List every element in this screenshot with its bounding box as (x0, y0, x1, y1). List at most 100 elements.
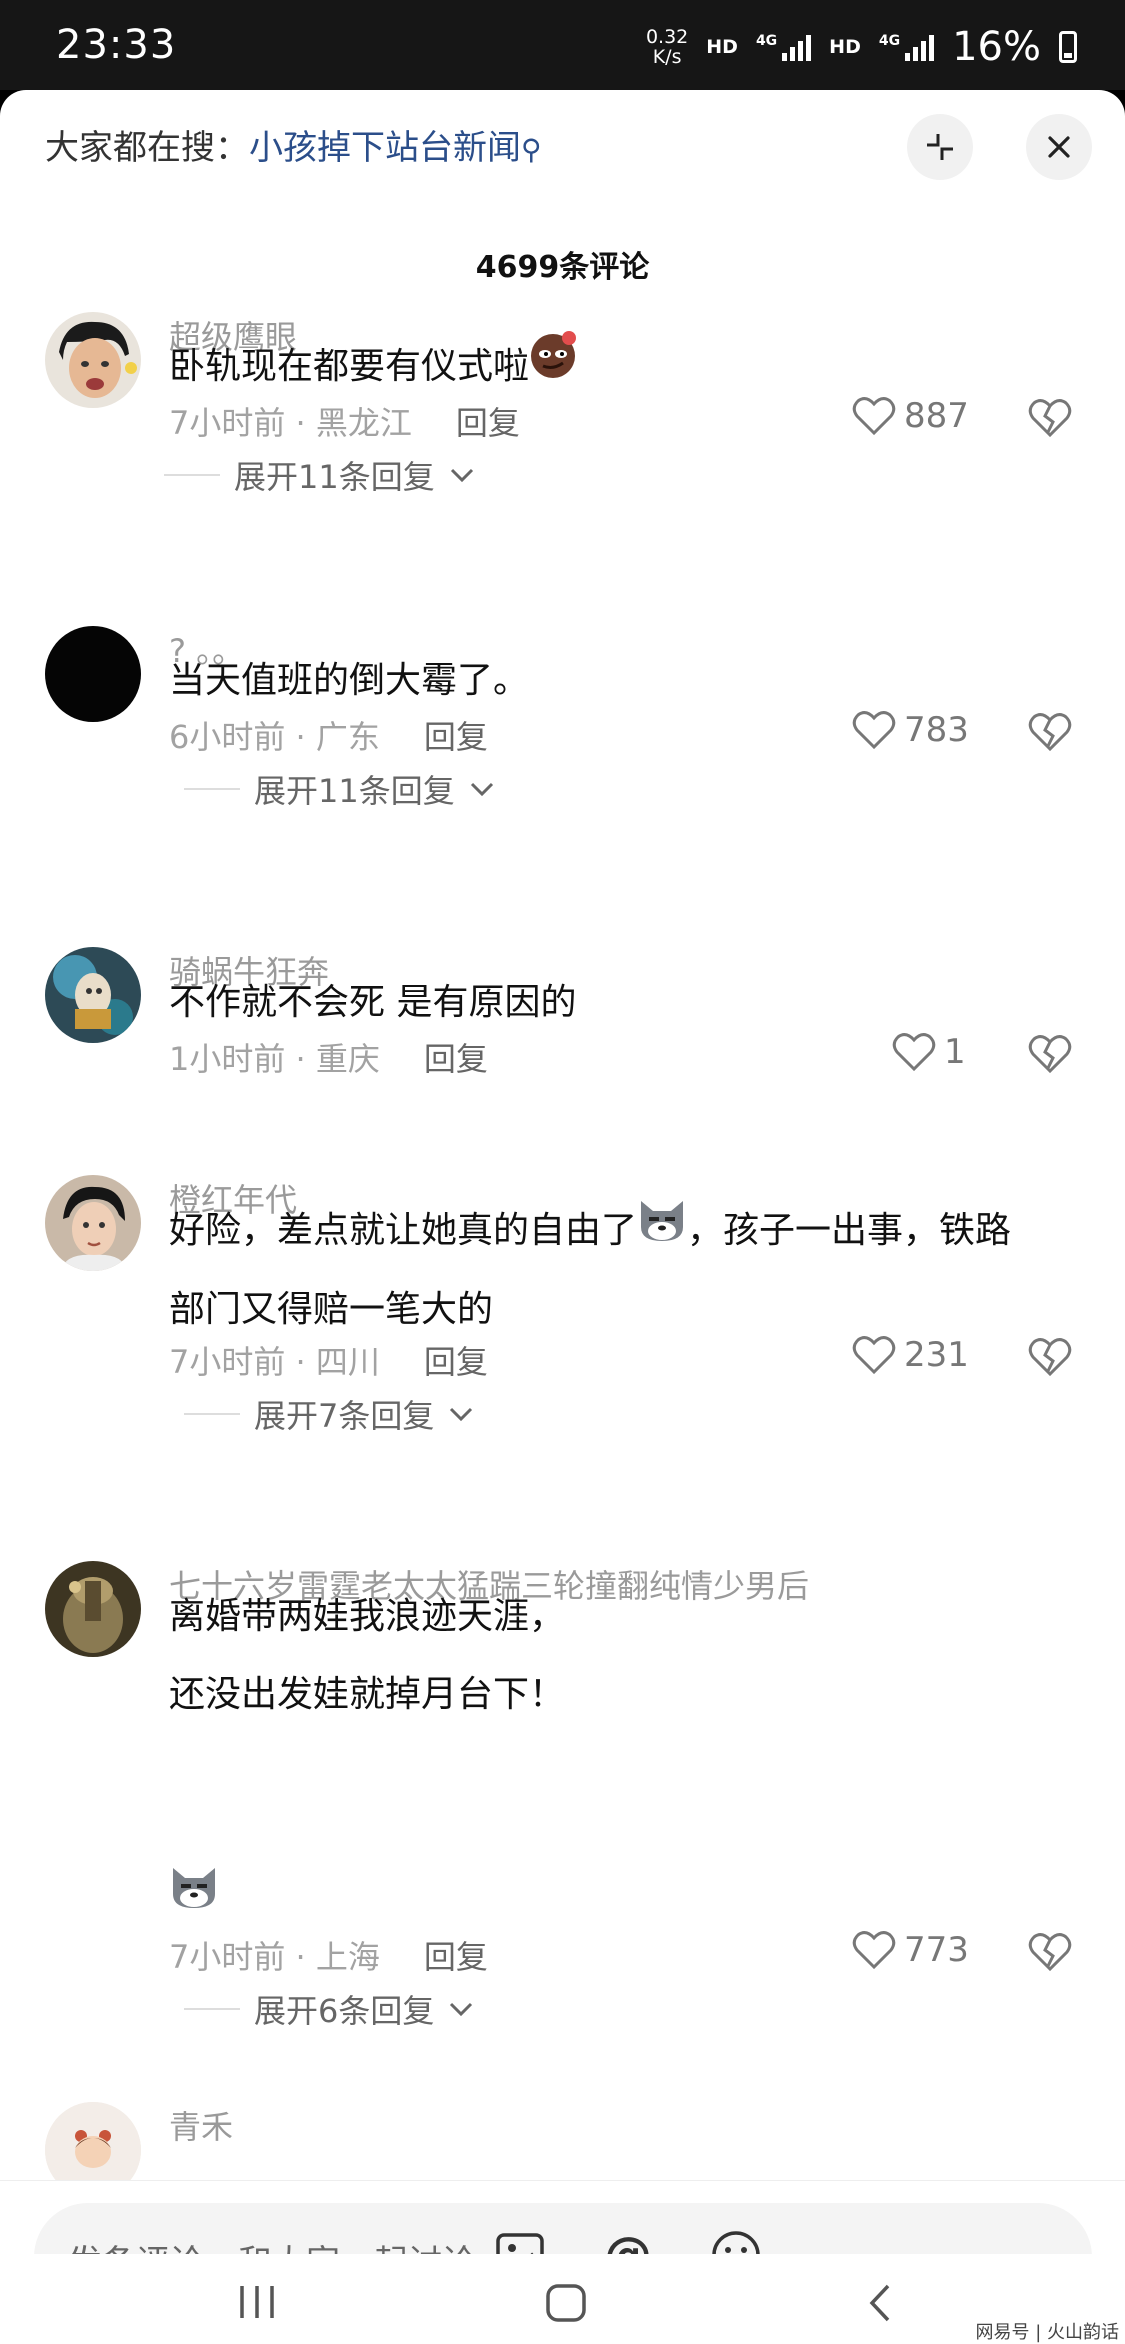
wolf-emoji-icon (169, 1864, 219, 1914)
divider (184, 1413, 240, 1415)
system-nav-bar (0, 2254, 1125, 2344)
speed-value: 0.32 (645, 26, 689, 48)
like-button[interactable]: 887 (852, 396, 969, 436)
avatar[interactable] (45, 626, 141, 722)
trending-keyword[interactable]: 小孩掉下站台新闻 (249, 128, 521, 168)
divider (164, 474, 220, 476)
close-icon (1048, 136, 1070, 158)
broken-heart-icon (1028, 1035, 1072, 1074)
broken-heart-icon (1028, 713, 1072, 752)
reply-button[interactable]: 回复 (424, 1040, 488, 1078)
like-button[interactable]: 231 (852, 1335, 969, 1375)
comment-text: 离婚带两娃我浪迹天涯， 还没出发娃就掉月台下！ (169, 1578, 565, 1734)
expand-label: 展开7条回复 (254, 1397, 435, 1435)
expand-label: 展开11条回复 (254, 772, 455, 810)
like-button[interactable]: 783 (852, 710, 969, 750)
heart-icon (852, 711, 896, 750)
reply-button[interactable]: 回复 (424, 718, 488, 756)
time-location: 7小时前 · 四川 (169, 1343, 380, 1381)
comment-text: 不作就不会死 是有原因的 (169, 964, 576, 1042)
divider (184, 2008, 240, 2010)
smirk-emoji-icon (529, 328, 581, 408)
home-button[interactable] (544, 2282, 588, 2328)
avatar[interactable] (45, 947, 141, 1043)
avatar[interactable] (45, 1561, 141, 1657)
username[interactable]: 青禾 (169, 2102, 233, 2148)
trending-search[interactable]: 大家都在搜：小孩掉下站台新闻⚲ (45, 120, 542, 169)
avatar[interactable] (45, 312, 141, 408)
comment-line: 不作就不会死 是有原因的 (169, 982, 577, 1023)
comment-text: 当天值班的倒大霉了。 (169, 642, 529, 720)
home-icon (546, 2284, 586, 2322)
network-type: 4G (755, 33, 778, 49)
wolf-emoji-icon (637, 1193, 687, 1271)
comment-text: 好险，差点就让她真的自由了 ，孩子一出事，铁路 部门又得赔一笔大的 (169, 1192, 1011, 1349)
comment-line: 卧轨现在都要有仪式啦 (169, 346, 530, 387)
like-button[interactable]: 773 (852, 1930, 969, 1970)
comments-sheet: 大家都在搜：小孩掉下站台新闻⚲ 4699条评论 超级鹰眼 卧轨现在都要有仪式啦 … (0, 90, 1125, 2344)
dislike-button[interactable] (1028, 1337, 1072, 1381)
back-button[interactable] (864, 2282, 894, 2328)
status-indicators: 0.32 K/s HD 4G HD 4G 16% (646, 24, 1077, 70)
chevron-down-icon (470, 782, 493, 797)
like-count: 887 (904, 396, 969, 436)
broken-heart-icon (1028, 1933, 1072, 1972)
like-count: 783 (904, 710, 969, 750)
time-location: 6小时前 · 广东 (169, 718, 380, 756)
expand-replies-button[interactable]: 展开11条回复 (164, 452, 475, 498)
chevron-down-icon (450, 1407, 473, 1422)
battery-icon (1059, 31, 1077, 63)
close-button[interactable] (1026, 114, 1092, 180)
comment-line: 部门又得赔一笔大的 (169, 1289, 494, 1330)
like-count: 231 (904, 1335, 969, 1375)
reply-button[interactable]: 回复 (456, 404, 520, 442)
status-time: 23:33 (56, 22, 177, 68)
comment-line: ，孩子一出事，铁路 (687, 1210, 1012, 1251)
heart-icon (852, 1336, 896, 1375)
comment-line: 好险，差点就让她真的自由了 (169, 1210, 638, 1251)
heart-icon (852, 397, 896, 436)
chevron-down-icon (450, 2002, 473, 2017)
time-location: 7小时前 · 上海 (169, 1938, 380, 1976)
watermark: 网易号 | 火山韵话 (975, 2322, 1119, 2343)
divider (184, 788, 240, 790)
search-icon: ⚲ (521, 133, 542, 166)
like-count: 773 (904, 1930, 969, 1970)
dislike-button[interactable] (1028, 1034, 1072, 1078)
network-speed: 0.32 K/s (646, 27, 688, 67)
broken-heart-icon (1028, 399, 1072, 438)
avatar[interactable] (45, 1175, 141, 1271)
comment-meta: 6小时前 · 广东 回复 (169, 712, 488, 758)
status-bar: 23:33 0.32 K/s HD 4G HD 4G 16% (0, 0, 1125, 90)
expand-label: 展开11条回复 (234, 458, 435, 496)
battery-percent: 16% (952, 24, 1041, 70)
like-button[interactable]: 1 (892, 1032, 966, 1072)
dislike-button[interactable] (1028, 1932, 1072, 1976)
signal-icon: 4G (755, 33, 812, 61)
recent-apps-icon (240, 2286, 274, 2318)
comment-meta: 7小时前 · 四川 回复 (169, 1337, 488, 1383)
collapse-icon (927, 134, 953, 160)
reply-button[interactable]: 回复 (424, 1938, 488, 1976)
speed-unit: K/s (652, 46, 682, 68)
back-icon (869, 2284, 890, 2322)
dislike-button[interactable] (1028, 398, 1072, 442)
collapse-button[interactable] (907, 114, 973, 180)
dislike-button[interactable] (1028, 712, 1072, 756)
expand-label: 展开6条回复 (254, 1992, 435, 2030)
heart-icon (852, 1931, 896, 1970)
comment-line: 还没出发娃就掉月台下！ (169, 1674, 566, 1715)
reply-button[interactable]: 回复 (424, 1343, 488, 1381)
expand-replies-button[interactable]: 展开11条回复 (184, 766, 495, 812)
recent-apps-button[interactable] (236, 2282, 278, 2326)
expand-replies-button[interactable]: 展开6条回复 (184, 1986, 474, 2032)
chevron-down-icon (450, 468, 473, 483)
comment-line: 离婚带两娃我浪迹天涯， (169, 1596, 566, 1637)
broken-heart-icon (1028, 1338, 1072, 1377)
comment-meta: 7小时前 · 黑龙江 回复 (169, 398, 520, 444)
comment-count: 4699条评论 (475, 250, 650, 285)
comment-meta: 1小时前 · 重庆 回复 (169, 1034, 488, 1080)
trending-label: 大家都在搜： (45, 128, 249, 168)
hd-indicator-2: HD (829, 36, 861, 58)
expand-replies-button[interactable]: 展开7条回复 (184, 1391, 474, 1437)
